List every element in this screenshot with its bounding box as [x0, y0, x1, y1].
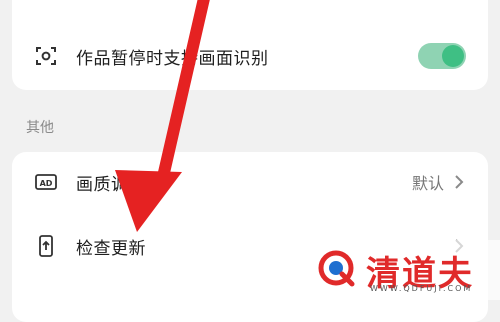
- svg-text:AD: AD: [40, 179, 53, 188]
- phone-update-icon: [32, 232, 60, 260]
- section-title-other: 其他: [26, 120, 54, 136]
- watermark: 清道夫 WWW.QDFUJI.COM: [300, 240, 500, 300]
- brand-logo-icon: [318, 250, 355, 287]
- setting-row-picture-quality[interactable]: AD 画质调节 默认: [12, 154, 488, 210]
- setting-value-picture-quality: 默认: [411, 174, 444, 193]
- pause-recognition-toggle[interactable]: [418, 43, 466, 69]
- setting-label-check-update: 检查更新: [76, 238, 146, 259]
- scan-icon: [32, 42, 60, 70]
- chevron-right-icon: [455, 175, 464, 189]
- watermark-url: WWW.QDFUJI.COM: [370, 284, 473, 293]
- setting-label-pause-recognition: 作品暂停时支持画面识别: [76, 48, 269, 69]
- toggle-knob: [442, 45, 464, 67]
- settings-card-top: 作品暂停时支持画面识别: [12, 0, 488, 90]
- setting-label-picture-quality: 画质调节: [76, 174, 146, 195]
- setting-row-pause-recognition[interactable]: 作品暂停时支持画面识别: [12, 28, 488, 84]
- ad-icon: AD: [32, 168, 60, 196]
